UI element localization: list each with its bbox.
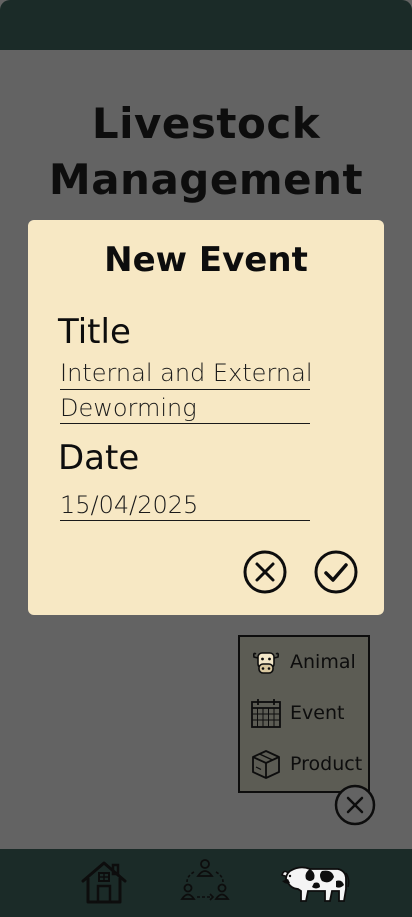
confirm-button[interactable] xyxy=(314,550,358,594)
menu-item-label: Event xyxy=(290,702,345,724)
menu-item-label: Product xyxy=(290,753,363,775)
close-menu-button[interactable] xyxy=(334,784,376,826)
cow-icon xyxy=(281,866,350,902)
close-circle-icon xyxy=(243,550,287,594)
date-underline xyxy=(60,520,310,521)
nav-animals[interactable] xyxy=(280,859,350,909)
close-circle-icon xyxy=(334,784,376,826)
menu-item-event[interactable]: Event xyxy=(250,696,344,730)
menu-item-product[interactable]: Product xyxy=(250,747,362,781)
calendar-icon xyxy=(250,697,282,729)
check-circle-icon xyxy=(314,550,358,594)
nav-community[interactable] xyxy=(180,857,230,911)
add-menu: Animal Event Product xyxy=(238,635,370,793)
date-value: 15/04/2025 xyxy=(60,491,199,519)
app-title-line2: Management xyxy=(48,155,364,204)
date-input[interactable]: 15/04/2025 xyxy=(28,488,384,524)
nav-home[interactable] xyxy=(80,859,128,909)
title-underline-2 xyxy=(60,423,310,424)
box-icon xyxy=(250,748,282,780)
title-input[interactable]: Internal and External Deworming xyxy=(28,356,384,426)
title-label: Title xyxy=(58,312,131,352)
title-value-line1: Internal and External xyxy=(60,359,313,387)
menu-item-label: Animal xyxy=(290,651,356,673)
title-value-line2: Deworming xyxy=(60,394,197,422)
menu-item-animal[interactable]: Animal xyxy=(250,645,356,679)
cow-face-icon xyxy=(250,646,282,678)
new-event-modal: New Event Title Internal and External De… xyxy=(28,220,384,615)
date-label: Date xyxy=(58,438,140,478)
bottom-nav xyxy=(0,849,412,917)
cancel-button[interactable] xyxy=(243,550,287,594)
screen: Livestock Management New Event Title Int… xyxy=(0,0,412,917)
home-icon xyxy=(81,861,127,904)
modal-title: New Event xyxy=(104,240,308,280)
top-bar xyxy=(0,0,412,50)
title-underline-1 xyxy=(60,389,310,390)
app-title-line1: Livestock xyxy=(91,99,321,148)
people-network-icon xyxy=(180,859,230,901)
app-title: Livestock Management xyxy=(0,96,412,208)
